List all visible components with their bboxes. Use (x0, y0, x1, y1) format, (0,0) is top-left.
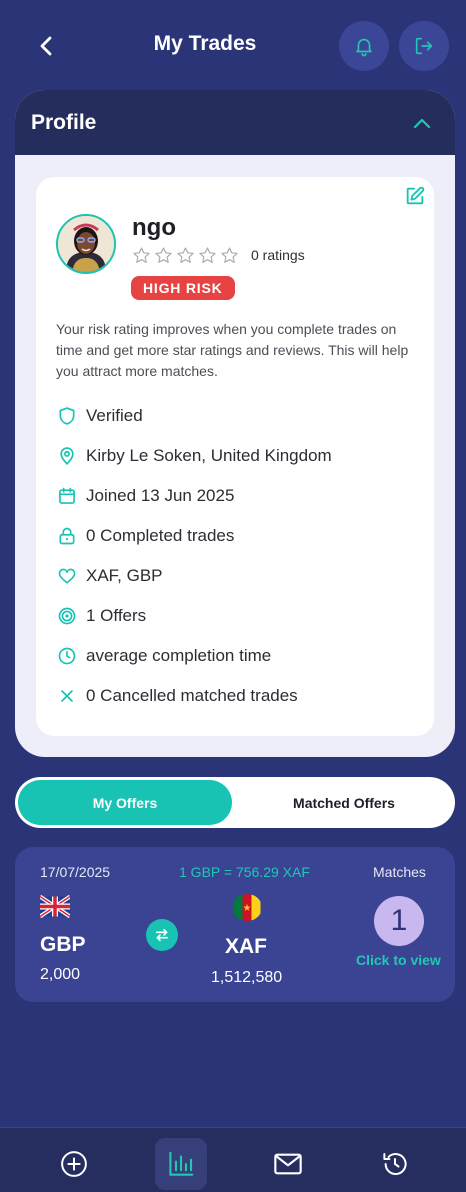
profile-card: ngo 0 ratings HIGH RISK Your risk rating… (36, 177, 434, 736)
star-rating (132, 246, 239, 265)
detail-verified: Verified (56, 396, 332, 436)
match-count-badge[interactable]: 1 (374, 896, 424, 946)
logout-icon (415, 37, 433, 55)
detail-text: Verified (86, 406, 143, 425)
detail-offers: 1 Offers (56, 596, 332, 636)
logout-button[interactable] (399, 21, 449, 71)
calendar-icon (56, 485, 78, 507)
star-icon (199, 247, 216, 263)
plus-circle-icon (61, 1151, 87, 1177)
detail-cancelled-trades: 0 Cancelled matched trades (56, 676, 332, 716)
avatar (56, 214, 116, 274)
heart-icon (56, 565, 78, 587)
star-icon (155, 247, 172, 263)
detail-text: Joined 13 Jun 2025 (86, 486, 235, 505)
cameroon-flag-icon (233, 894, 261, 921)
user-photo-icon (58, 216, 114, 272)
nav-add-button[interactable] (48, 1138, 100, 1190)
detail-completed-trades: 0 Completed trades (56, 516, 332, 556)
offers-tab-switch: My Offers Matched Offers (15, 777, 455, 828)
target-icon (56, 605, 78, 627)
profile-details-list: Verified Kirby Le Soken, United Kingdom … (56, 396, 332, 716)
star-icon (133, 247, 150, 263)
nav-stats-button[interactable] (155, 1138, 207, 1190)
profile-panel: Profile ngo 0 ratings HIGH RISK Your ris… (15, 90, 455, 757)
shield-icon (56, 405, 78, 427)
offer-card[interactable]: 17/07/2025 1 GBP = 756.29 XAF Matches GB… (15, 847, 455, 1002)
click-to-view-link[interactable]: Click to view (356, 952, 441, 968)
detail-text: XAF, GBP (86, 566, 163, 585)
bell-icon (356, 38, 372, 57)
tab-matched-offers[interactable]: Matched Offers (237, 780, 451, 825)
detail-completion-time: average completion time (56, 636, 332, 676)
detail-location: Kirby Le Soken, United Kingdom (56, 436, 332, 476)
to-amount: 1,512,580 (211, 969, 283, 986)
exchange-rate: 1 GBP = 756.29 XAF (179, 864, 310, 880)
matches-label: Matches (373, 864, 426, 880)
username: ngo (132, 214, 176, 241)
detail-text: 0 Cancelled matched trades (86, 686, 298, 705)
app-header: My Trades (0, 0, 466, 92)
detail-currencies: XAF, GBP (56, 556, 332, 596)
uk-flag-icon (40, 894, 70, 919)
detail-text: 1 Offers (86, 606, 147, 625)
risk-note: Your risk rating improves when you compl… (56, 321, 409, 379)
chevron-up-icon (413, 118, 431, 128)
nav-messages-button[interactable] (262, 1138, 314, 1190)
nav-history-button[interactable] (369, 1138, 421, 1190)
detail-text: Kirby Le Soken, United Kingdom (86, 446, 332, 465)
history-icon (383, 1153, 407, 1176)
tab-my-offers[interactable]: My Offers (18, 780, 232, 825)
bar-chart-icon (169, 1151, 194, 1176)
detail-joined: Joined 13 Jun 2025 (56, 476, 332, 516)
detail-text: average completion time (86, 646, 272, 665)
offer-date: 17/07/2025 (40, 864, 111, 880)
bottom-navigation (0, 1127, 466, 1192)
location-pin-icon (56, 445, 78, 467)
swap-icon (146, 919, 178, 951)
notifications-button[interactable] (339, 21, 389, 71)
from-currency-code: GBP (40, 933, 86, 956)
risk-badge: HIGH RISK (131, 276, 235, 300)
clock-icon (56, 645, 78, 667)
close-icon (56, 685, 78, 707)
detail-text: 0 Completed trades (86, 526, 235, 545)
edit-icon (406, 186, 425, 205)
to-currency-code: XAF (225, 935, 267, 958)
from-amount: 2,000 (40, 966, 81, 983)
star-icon (221, 247, 238, 263)
edit-profile-button[interactable] (404, 185, 426, 207)
profile-section-toggle[interactable]: Profile (15, 90, 455, 155)
mail-icon (274, 1153, 302, 1175)
star-icon (177, 247, 194, 263)
profile-section-title: Profile (31, 110, 97, 134)
lock-icon (56, 525, 78, 547)
rating-count: 0 ratings (251, 247, 305, 263)
